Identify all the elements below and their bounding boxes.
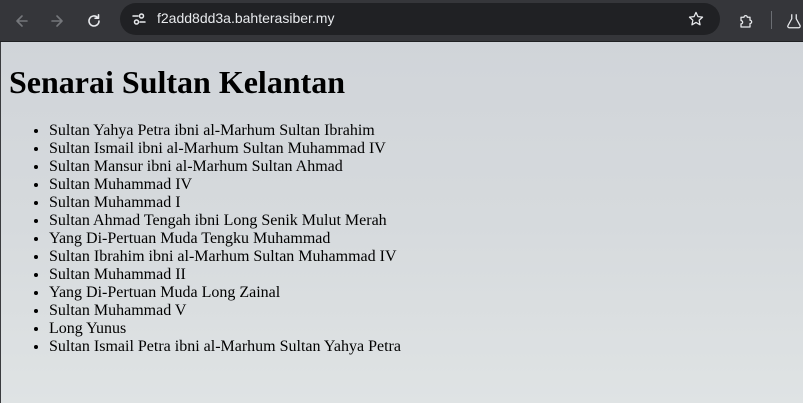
bookmark-button[interactable] <box>684 7 708 31</box>
list-item: Sultan Ismail ibni al-Marhum Sultan Muha… <box>49 140 401 158</box>
url-text[interactable]: f2add8dd3a.bahterasiber.my <box>157 10 334 26</box>
arrow-left-icon <box>16 15 28 27</box>
list-item: Sultan Ismail Petra ibni al-Marhum Sulta… <box>49 338 401 356</box>
list-item: Yang Di-Pertuan Muda Long Zainal <box>49 284 401 302</box>
list-item: Sultan Ahmad Tengah ibni Long Senik Mulu… <box>49 212 401 230</box>
sultan-list: Sultan Yahya Petra ibni al-Marhum Sultan… <box>9 122 401 356</box>
list-item: Sultan Ibrahim ibni al-Marhum Sultan Muh… <box>49 248 401 266</box>
page-title: Senarai Sultan Kelantan <box>9 64 346 100</box>
back-button[interactable] <box>8 7 36 35</box>
page-content: Senarai Sultan Kelantan Sultan Yahya Pet… <box>0 42 803 403</box>
site-info-button[interactable] <box>127 7 151 31</box>
address-bar[interactable]: f2add8dd3a.bahterasiber.my <box>120 3 720 35</box>
star-icon <box>688 11 704 26</box>
arrow-right-icon <box>51 15 63 27</box>
reload-button[interactable] <box>80 7 108 35</box>
flask-icon <box>787 14 801 29</box>
list-item: Yang Di-Pertuan Muda Tengku Muhammad <box>49 230 401 248</box>
forward-button[interactable] <box>43 7 71 35</box>
list-item: Sultan Muhammad V <box>49 302 401 320</box>
list-item: Sultan Muhammad I <box>49 194 401 212</box>
list-item: Long Yunus <box>49 320 401 338</box>
list-item: Sultan Mansur ibni al-Marhum Sultan Ahma… <box>49 158 401 176</box>
reload-icon <box>88 14 100 27</box>
list-item: Sultan Muhammad II <box>49 266 401 284</box>
tune-icon <box>132 13 146 25</box>
browser-toolbar: f2add8dd3a.bahterasiber.my <box>0 0 803 42</box>
labs-button[interactable] <box>785 7 803 35</box>
puzzle-icon <box>740 15 753 28</box>
list-item: Sultan Yahya Petra ibni al-Marhum Sultan… <box>49 122 401 140</box>
extensions-button[interactable] <box>733 7 761 35</box>
list-item: Sultan Muhammad IV <box>49 176 401 194</box>
toolbar-divider <box>771 11 772 29</box>
